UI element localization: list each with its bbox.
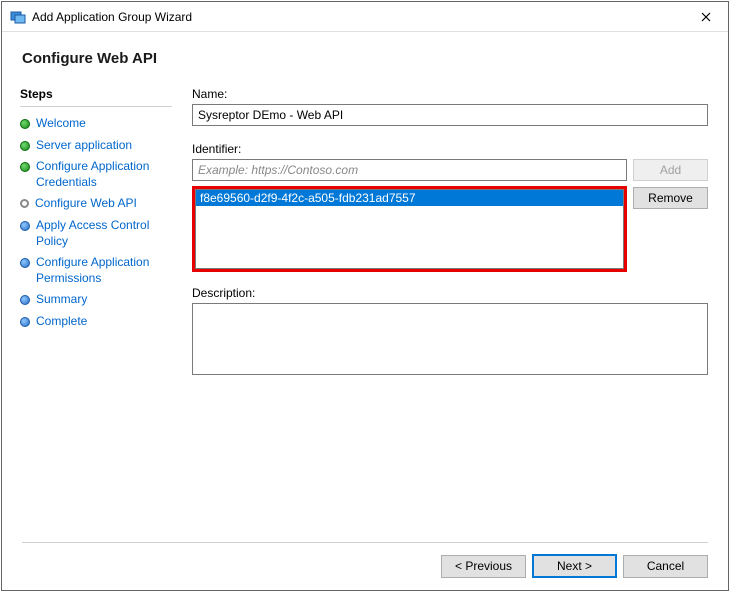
wizard-window: Add Application Group Wizard Configure W… bbox=[1, 1, 729, 591]
step-bullet-icon bbox=[20, 141, 30, 151]
step-6[interactable]: Summary bbox=[20, 289, 182, 311]
step-bullet-icon bbox=[20, 162, 30, 172]
step-label: Complete bbox=[36, 314, 87, 330]
name-label: Name: bbox=[192, 87, 708, 101]
step-label: Server application bbox=[36, 138, 132, 154]
step-label: Welcome bbox=[36, 116, 86, 132]
identifier-highlight: f8e69560-d2f9-4f2c-a505-fdb231ad7557 bbox=[192, 186, 627, 272]
step-bullet-icon bbox=[20, 221, 30, 231]
step-label: Apply Access Control Policy bbox=[36, 218, 182, 249]
step-bullet-icon bbox=[20, 317, 30, 327]
step-label: Summary bbox=[36, 292, 87, 308]
step-1[interactable]: Server application bbox=[20, 135, 182, 157]
step-2[interactable]: Configure Application Credentials bbox=[20, 156, 182, 193]
steps-heading: Steps bbox=[20, 87, 172, 107]
identifier-input[interactable] bbox=[192, 159, 627, 181]
main-panel: Name: Identifier: Add f8e69560-d2f9-4f2c… bbox=[182, 77, 728, 585]
titlebar: Add Application Group Wizard bbox=[2, 2, 728, 32]
step-bullet-icon bbox=[20, 295, 30, 305]
step-bullet-icon bbox=[20, 199, 29, 208]
step-7[interactable]: Complete bbox=[20, 311, 182, 333]
identifier-list-item[interactable]: f8e69560-d2f9-4f2c-a505-fdb231ad7557 bbox=[196, 190, 623, 206]
step-3[interactable]: Configure Web API bbox=[20, 193, 182, 215]
step-bullet-icon bbox=[20, 258, 30, 268]
app-icon bbox=[10, 9, 26, 25]
step-label: Configure Application Credentials bbox=[36, 159, 182, 190]
page-title: Configure Web API bbox=[22, 50, 708, 67]
step-4[interactable]: Apply Access Control Policy bbox=[20, 215, 182, 252]
step-label: Configure Application Permissions bbox=[36, 255, 182, 286]
remove-button[interactable]: Remove bbox=[633, 187, 708, 209]
description-label: Description: bbox=[192, 286, 708, 300]
add-button[interactable]: Add bbox=[633, 159, 708, 181]
steps-sidebar: Steps Welcome Server application Configure… bbox=[2, 77, 182, 585]
cancel-button[interactable]: Cancel bbox=[623, 555, 708, 578]
page-header: Configure Web API bbox=[2, 32, 728, 77]
identifier-label: Identifier: bbox=[192, 142, 708, 156]
name-input[interactable] bbox=[192, 104, 708, 126]
wizard-footer: < Previous Next > Cancel bbox=[2, 542, 728, 590]
previous-button[interactable]: < Previous bbox=[441, 555, 526, 578]
close-button[interactable] bbox=[683, 2, 728, 31]
step-bullet-icon bbox=[20, 119, 30, 129]
step-label: Configure Web API bbox=[35, 196, 137, 212]
next-button[interactable]: Next > bbox=[532, 554, 617, 578]
step-5[interactable]: Configure Application Permissions bbox=[20, 252, 182, 289]
description-input[interactable] bbox=[192, 303, 708, 375]
identifier-listbox[interactable]: f8e69560-d2f9-4f2c-a505-fdb231ad7557 bbox=[195, 189, 624, 269]
window-title: Add Application Group Wizard bbox=[32, 10, 683, 24]
step-0[interactable]: Welcome bbox=[20, 113, 182, 135]
